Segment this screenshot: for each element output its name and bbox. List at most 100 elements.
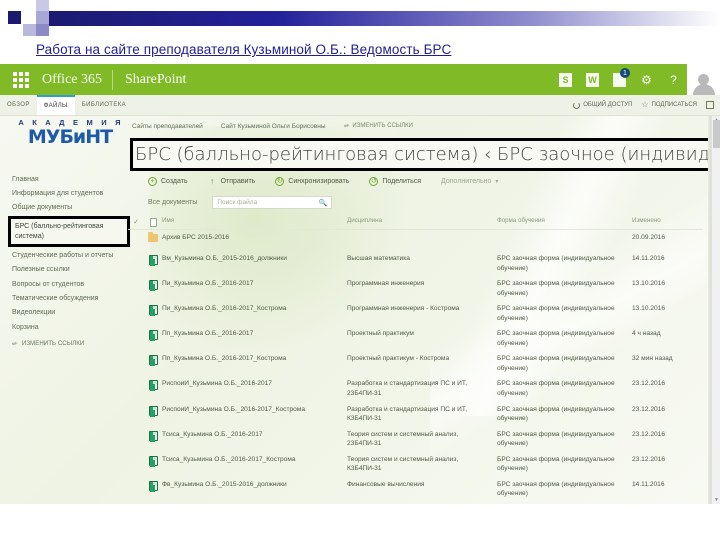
notifications-bell-icon[interactable]: 1 [606,64,633,95]
word-icon[interactable]: W [579,64,606,95]
table-row[interactable]: Архив БРС 2015-2016 20.09.2016 [128,230,703,251]
sidebar-item-recycle-bin[interactable]: Корзина [8,320,130,334]
modified-cell: 23.12.2016 [632,430,666,438]
sidebar-item-home[interactable]: Главная [8,172,130,186]
row-checkbox[interactable] [128,405,144,406]
office365-label[interactable]: Office 365 [36,72,112,88]
skype-icon[interactable]: S [552,64,579,95]
nav-link-teacher-sites[interactable]: Сайты преподавателей [132,123,203,130]
table-row[interactable]: Пп_Кузьмина О.Б._2016-2017 Проектный прак… [128,326,703,351]
row-checkbox[interactable] [128,480,144,481]
discipline-cell: Разработка и стандартизация ПС и ИТ, 23Б… [347,380,468,398]
file-name-link[interactable]: РиспоиИ_Кузьмина О.Б._2016-2017_Кострома [162,405,347,415]
row-checkbox[interactable] [128,354,144,355]
modified-cell: 14.11.2016 [632,255,665,262]
academy-logo[interactable]: А К А Д Е М И Я МУБиНТ [10,118,130,148]
file-name-link[interactable]: Вм_Кузьмина О.Б._2015-2016_должники [162,254,347,264]
sidebar-item-student-questions[interactable]: Вопросы от студентов [8,277,130,291]
follow-label: ПОДПИСАТЬСЯ [651,102,697,108]
file-name-link[interactable]: Пи_Кузьмина О.Б._2016-2017_Кострома [162,304,347,314]
new-button[interactable]: + Создать [148,177,188,186]
search-icon[interactable]: 🔍 [319,199,328,207]
focus-on-content-icon[interactable] [706,101,714,109]
table-row[interactable]: Тсиса_Кузьмина О.Б._2016-2017_Кострома Те… [128,452,703,477]
row-checkbox[interactable] [128,304,144,305]
plus-circle-icon: + [148,177,157,186]
column-header-modified[interactable]: Изменено [632,217,702,226]
ribbon-tabs-row: ОБЗОР ФАЙЛЫ БИБЛИОТЕКА ОБЩИЙ ДОСТУП ☆ ПО… [0,95,720,116]
app-launcher-icon[interactable] [6,71,36,88]
sidebar-item-student-info[interactable]: Информация для студентов [8,186,130,200]
table-row[interactable]: Фв_Кузьмина О.Б._2015-2016_должники Финан… [128,477,703,502]
file-name-link[interactable]: Архив БРС 2015-2016 [162,233,347,243]
row-checkbox[interactable] [128,254,144,255]
row-checkbox[interactable] [128,455,144,456]
file-name-link[interactable]: Фв_Кузьмина О.Б._2015-2016_должники [162,480,347,490]
file-name-link[interactable]: Тсиса_Кузьмина О.Б._2016-2017 [162,430,347,440]
select-all-checkmark-icon[interactable]: ✓ [128,217,144,226]
slide-canvas: Работа на сайте преподавателя Кузьминой … [0,0,720,540]
table-row[interactable]: Пи_Кузьмина О.Б._2016-2017 Программная ин… [128,276,703,301]
table-row[interactable]: РиспоиИ_Кузьмина О.Б._2016-2017 Разработк… [128,376,703,401]
row-checkbox[interactable] [128,329,144,330]
table-row[interactable]: Пп_Кузьмина О.Б._2016-2017_Кострома Проек… [128,351,703,376]
decorative-gradient-bar [40,11,720,26]
settings-gear-icon[interactable]: ⚙ [633,64,660,95]
current-view-label[interactable]: Все документы [148,199,197,206]
edit-links-sidebar-button[interactable]: ✏ ИЗМЕНИТЬ ССЫЛКИ [8,335,130,348]
table-row[interactable]: Пи_Кузьмина О.Б._2016-2017_Кострома Прогр… [128,301,703,326]
row-checkbox[interactable] [128,430,144,431]
sidebar-item-brs[interactable]: БРС (балльно-рейтинговая система) [8,216,130,248]
modified-cell: 23.12.2016 [632,380,666,388]
page-title[interactable]: БРС (балльно-рейтинговая система) ‹ БРС … [133,144,719,165]
help-glyph: ? [670,72,677,87]
search-input[interactable]: Поиск файла 🔍 [212,196,333,209]
discipline-cell: Проектный практикум - Кострома [347,355,450,363]
file-name-link[interactable]: Тсиса_Кузьмина О.Б._2016-2017_Кострома [162,455,347,465]
sidebar-item-video-lectures[interactable]: Видеолекции [8,306,130,320]
sidebar-item-discussions[interactable]: Тематические обсуждения [8,292,130,306]
edit-links-top-button[interactable]: ✏ ИЗМЕНИТЬ ССЫЛКИ [343,122,413,131]
upload-icon: ↑ [209,176,215,186]
sidebar-item-student-works[interactable]: Студенческие работы и отчеты [8,248,130,262]
ribbon-right-actions: ОБЩИЙ ДОСТУП ☆ ПОДПИСАТЬСЯ [573,95,720,115]
table-row[interactable]: Тсиса_Кузьмина О.Б._2016-2017 Теория сист… [128,427,703,452]
nav-link-kuzmina-site[interactable]: Сайт Кузьминой Ольги Борисовны [221,123,326,130]
file-name-link[interactable]: Пп_Кузьмина О.Б._2016-2017 [162,329,347,339]
share-button[interactable]: ОБЩИЙ ДОСТУП [573,101,632,109]
form-cell: БРС заочная форма (индивидуальное обучен… [497,305,615,322]
row-checkbox[interactable] [128,379,144,380]
user-avatar[interactable] [687,64,720,95]
modified-cell: 13.10.2016 [632,305,666,313]
sync-button[interactable]: ↻ Синхронизировать [275,177,349,186]
help-icon[interactable]: ? [660,64,687,95]
column-header-discipline[interactable]: Дисциплина [347,217,497,226]
sync-label: Синхронизировать [288,178,350,185]
more-options-label: Дополнительно [441,178,492,185]
vertical-scrollbar[interactable]: ▲ ▼ [711,116,720,504]
row-checkbox[interactable] [128,279,144,280]
search-placeholder: Поиск файла [217,199,258,206]
chevron-down-icon: ▾ [495,179,499,185]
sidebar-item-useful-links[interactable]: Полезные ссылки [8,263,130,277]
sidebar-item-shared-documents[interactable]: Общие документы [8,201,130,215]
upload-button[interactable]: ↑ Отправить [208,176,255,186]
row-checkbox[interactable] [128,233,144,234]
file-name-link[interactable]: РиспоиИ_Кузьмина О.Б._2016-2017 [162,379,347,389]
table-row[interactable]: РиспоиИ_Кузьмина О.Б._2016-2017_Кострома… [128,402,703,427]
file-name-link[interactable]: Пи_Кузьмина О.Б._2016-2017 [162,279,347,289]
tab-fayly[interactable]: ФАЙЛЫ [36,95,75,115]
tab-obzor[interactable]: ОБЗОР [0,95,37,115]
scroll-down-arrow-icon[interactable]: ▼ [714,497,719,503]
tab-biblioteka[interactable]: БИБЛИОТЕКА [75,95,133,115]
file-name-link[interactable]: Пп_Кузьмина О.Б._2016-2017_Кострома [162,354,347,364]
table-row[interactable]: Вм_Кузьмина О.Б._2015-2016_должники Высша… [128,251,703,276]
column-header-form[interactable]: Форма обучения [497,217,632,226]
follow-button[interactable]: ☆ ПОДПИСАТЬСЯ [641,101,697,109]
column-header-name[interactable]: Имя [162,217,347,226]
sharepoint-label[interactable]: SharePoint [113,72,186,88]
edit-links-sidebar-label: ИЗМЕНИТЬ ССЫЛКИ [21,340,85,348]
more-options-button[interactable]: Дополнительно ▾ [441,178,498,185]
scrollbar-thumb[interactable] [713,120,720,148]
share-toolbar-button[interactable]: ↺ Поделиться [369,177,421,186]
